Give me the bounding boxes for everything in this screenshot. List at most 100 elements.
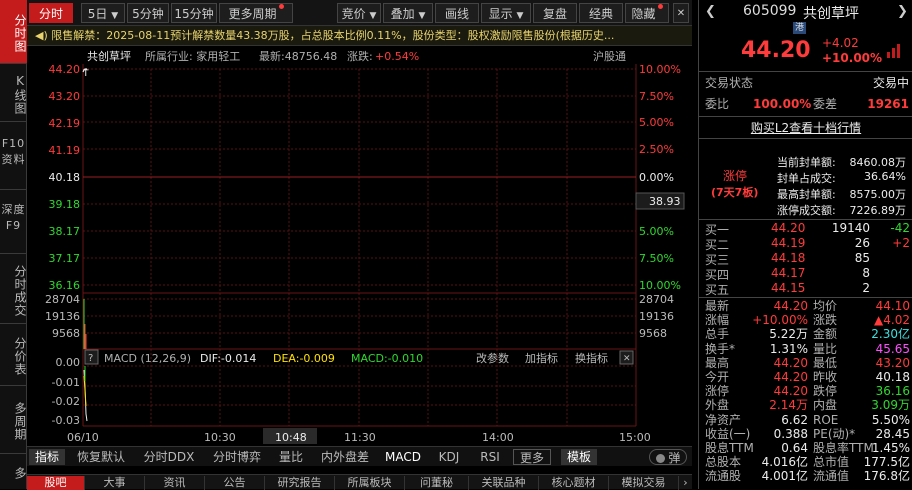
tab-f10[interactable]: F10 资料 <box>0 122 27 190</box>
stat-label: PE(动)* <box>813 426 856 441</box>
info-tab-bar: 股吧 大事 资讯 公告 研究报告 所属板块 问董秘 关联品种 核心题材 模拟交易… <box>27 474 692 490</box>
volume-tick-right: 9568 <box>639 327 667 340</box>
percent-axis-right: 10.00% 7.50% 5.00% 2.50% 0.00% 5.00% 7.50% 10.0… <box>639 63 681 292</box>
popup-toggle-label: 弹 <box>668 451 681 465</box>
macd-dif: DIF:-0.014 <box>200 352 256 365</box>
tab-multi-period[interactable]: 多周期 <box>0 386 27 454</box>
tab-minute-chart[interactable]: 分时图 <box>0 0 27 64</box>
tab-depth[interactable]: 深度 F9 <box>0 190 27 254</box>
tool-replay[interactable]: 复盘 <box>533 3 577 23</box>
info-tab-events[interactable]: 大事 <box>85 476 145 490</box>
tool-overlay[interactable]: 叠加 ▼ <box>383 3 433 23</box>
period-more[interactable]: 更多周期 <box>219 3 293 23</box>
tool-auction[interactable]: 竞价 ▼ <box>337 3 381 23</box>
chart-toolbar: 分时 5日 ▼ 5分钟 15分钟 更多周期 竞价 ▼ 叠加 ▼ 画线 显示 ▼ … <box>27 0 692 26</box>
tool-hide[interactable]: 隐藏 <box>625 3 669 23</box>
macd-switch-indicator[interactable]: 换指标 <box>575 351 608 365</box>
tab-depth-label: 深度 F9 <box>1 203 26 232</box>
percent-tick-label: 10.00% <box>639 63 681 76</box>
order-ratio-row: 委比 100.00% 委差 19261 <box>699 96 912 112</box>
indicator-macd[interactable]: MACD <box>383 449 423 465</box>
indicator-reset[interactable]: 恢复默认 <box>71 449 131 465</box>
tab-more[interactable]: 多 <box>0 454 27 489</box>
period-5min[interactable]: 5分钟 <box>127 3 169 23</box>
bid-level-label: 买五 <box>705 283 730 297</box>
tool-display-label: 显示 <box>488 7 513 21</box>
macd-edit-params[interactable]: 改参数 <box>476 351 509 365</box>
percent-tick-label: 7.50% <box>639 252 674 265</box>
period-15min[interactable]: 15分钟 <box>171 3 217 23</box>
stat-label: 跌停 <box>813 384 838 399</box>
help-icon: ? <box>88 353 93 364</box>
tab-price-table[interactable]: 分价表 <box>0 324 27 386</box>
volume-tick-left: 19136 <box>45 310 80 323</box>
macd-axis: 0.00 -0.01 -0.02 -0.03 <box>52 356 80 427</box>
stat-value: 44.20 <box>773 299 808 313</box>
info-tab-ask-board[interactable]: 问董秘 <box>405 476 469 490</box>
stat-value: 44.20 <box>773 370 808 384</box>
info-tab-forum[interactable]: 股吧 <box>27 476 85 490</box>
macd-label: MACD (12,26,9) <box>104 352 191 365</box>
speaker-icon: ◀) <box>35 29 48 42</box>
stat-value: 44.20 <box>773 355 808 370</box>
indicator-kdj[interactable]: KDJ <box>433 449 465 465</box>
price-tick-label: 43.20 <box>49 90 81 103</box>
stat-value: 2.30亿 <box>871 327 910 342</box>
info-tab-sectors[interactable]: 所属板块 <box>335 476 405 490</box>
volume-tick-left: 9568 <box>52 327 80 340</box>
trade-status-value: 交易中 <box>872 76 909 90</box>
volume-tick-right: 28704 <box>639 293 674 306</box>
bar-chart-icon[interactable] <box>887 44 903 58</box>
limit-up-label: 涨停 <box>723 169 748 183</box>
info-tab-news[interactable]: 资讯 <box>145 476 205 490</box>
chart-industry: 所属行业: 家用轻工 <box>145 49 240 63</box>
stat-value: 0.388 <box>773 426 808 441</box>
tool-display[interactable]: 显示 ▼ <box>481 3 531 23</box>
trade-status-row: 交易状态 交易中 <box>699 75 912 91</box>
info-tab-sim-trade[interactable]: 模拟交易 <box>609 476 679 490</box>
macd-tick-label: 0.00 <box>56 356 81 369</box>
indicator-volume-ratio[interactable]: 量比 <box>273 449 309 465</box>
next-stock-icon[interactable]: ❯ <box>897 4 908 19</box>
bid-volume: 8 <box>862 266 870 280</box>
tab-trades[interactable]: 分时成交 <box>0 254 27 324</box>
info-tab-related[interactable]: 关联品种 <box>469 476 539 490</box>
price-tick-label: 42.19 <box>49 117 81 130</box>
period-5day[interactable]: 5日 ▼ <box>81 3 125 23</box>
close-icon[interactable]: ✕ <box>673 3 689 23</box>
buy-l2-link[interactable]: 购买L2查看十档行情 <box>699 119 912 136</box>
prev-stock-icon[interactable]: ❮ <box>705 4 716 19</box>
tab-k-line[interactable]: K线图 <box>0 64 27 122</box>
stat-value: 1.31% <box>769 341 808 356</box>
macd-dea: DEA:-0.009 <box>273 352 335 365</box>
bid-volume: 2 <box>862 281 870 295</box>
close-icon: ✕ <box>623 354 631 364</box>
chart-exchange: 沪股通 <box>593 49 626 63</box>
chart-grid <box>83 68 636 426</box>
cursor-price-label: 38.93 <box>649 195 681 208</box>
info-tab-research[interactable]: 研究报告 <box>265 476 335 490</box>
scroll-right-icon[interactable]: › <box>679 476 692 490</box>
notice-banner[interactable]: ◀) 限售解禁：2025-08-11预计解禁数量43.38万股，占总股本比例0.… <box>27 26 692 46</box>
macd-add-indicator[interactable]: 加指标 <box>525 351 558 365</box>
time-label-1400: 14:00 <box>482 431 514 444</box>
tool-classic[interactable]: 经典 <box>579 3 623 23</box>
intraday-chart[interactable]: 共创草坪 所属行业: 家用轻工 最新:48756.48 涨跌: +0.54% 沪… <box>27 46 692 446</box>
tool-draw-line[interactable]: 画线 <box>435 3 479 23</box>
indicator-menu[interactable]: 指标 <box>29 449 65 465</box>
indicator-inout[interactable]: 内外盘差 <box>315 449 375 465</box>
indicator-template[interactable]: 模板 <box>561 449 597 465</box>
limit-detail-label: 当前封单额: <box>777 156 836 169</box>
info-tab-announcements[interactable]: 公告 <box>205 476 265 490</box>
stat-value: 6.62 <box>781 412 808 427</box>
notification-dot-icon <box>657 4 663 9</box>
info-tab-themes[interactable]: 核心题材 <box>539 476 609 490</box>
indicator-more[interactable]: 更多 <box>513 449 551 465</box>
period-minute[interactable]: 分时 <box>29 3 73 23</box>
indicator-rsi[interactable]: RSI <box>475 449 505 465</box>
indicator-game[interactable]: 分时博弈 <box>207 449 267 465</box>
popup-toggle[interactable]: 弹 <box>649 449 687 465</box>
indicator-ddx[interactable]: 分时DDX <box>137 449 201 465</box>
stat-label: 涨跌 <box>813 313 838 328</box>
stat-label: 股息TTM <box>705 441 754 455</box>
